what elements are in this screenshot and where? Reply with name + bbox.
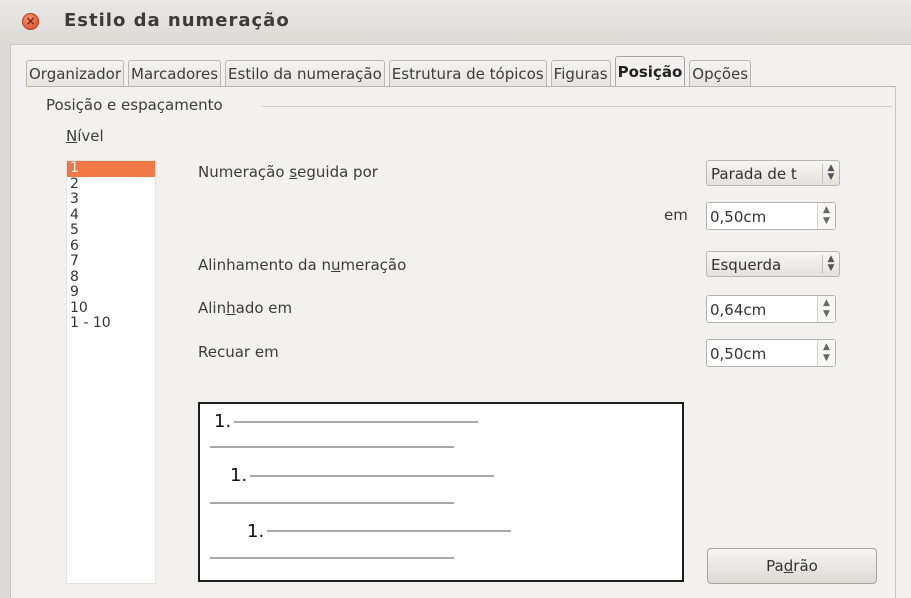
preview-line [267,530,511,532]
numbering-alignment-value: Esquerda [711,256,782,274]
tab-organizador[interactable]: Organizador [26,60,125,87]
level-item-8[interactable]: 8 [67,269,155,286]
tab-figuras[interactable]: Figuras [550,60,611,87]
preview-line [210,446,454,448]
numbering-followed-by-select[interactable]: Parada de t ▲ ▼ [706,160,840,186]
section-title: Posição e espaçamento [46,96,223,114]
title-bar: × Estilo da numeração [0,0,911,45]
panel-border [895,86,896,598]
default-button[interactable]: Padrão [707,548,877,584]
level-item-6[interactable]: 6 [67,238,155,255]
level-item-1-10[interactable]: 1 - 10 [67,315,155,332]
level-item-3[interactable]: 3 [67,191,155,208]
select-arrows-icon: ▲ ▼ [822,164,839,183]
level-list[interactable]: 1 2 3 4 5 6 7 8 9 10 1 - 10 [66,160,156,584]
level-item-5[interactable]: 5 [67,222,155,239]
preview-number-2: 1. [230,465,248,486]
tab-estrutura-topicos[interactable]: Estrutura de tópicos [388,60,547,87]
spin-arrows-icon[interactable]: ▲ ▼ [817,203,835,229]
close-icon[interactable]: × [22,13,39,30]
tab-bar: Organizador Marcadores Estilo da numeraç… [26,56,755,87]
section-divider [262,106,892,107]
preview-line [210,502,454,504]
preview-number-1: 1. [214,411,232,432]
numbering-followed-by-label: Numeração seguida por [198,163,378,181]
window-edge [0,44,11,598]
indent-at-spinbox[interactable]: ▲▼ [706,339,836,368]
at-input[interactable] [707,203,820,231]
indent-at-label: Recuar em [198,343,279,361]
select-arrows-icon: ▲ ▼ [822,255,839,274]
preview-line [250,475,494,477]
at-label: em [664,206,688,224]
at-spinbox[interactable]: ▲▼ [706,202,836,231]
aligned-at-spinbox[interactable]: ▲▼ [706,295,836,324]
tab-opcoes[interactable]: Opções [689,60,752,87]
spin-arrows-icon[interactable]: ▲ ▼ [817,296,835,322]
window-title: Estilo da numeração [64,10,290,31]
numbering-alignment-label: Alinhamento da numeração [198,256,407,274]
tab-estilo-numeracao[interactable]: Estilo da numeração [225,60,385,87]
level-item-9[interactable]: 9 [67,284,155,301]
aligned-at-input[interactable] [707,296,820,324]
preview-line [234,421,478,423]
preview-number-3: 1. [247,521,265,542]
level-item-10[interactable]: 10 [67,300,155,317]
level-item-4[interactable]: 4 [67,207,155,224]
level-item-2[interactable]: 2 [67,176,155,193]
indent-at-input[interactable] [707,340,820,368]
preview-line [210,557,454,559]
level-item-7[interactable]: 7 [67,253,155,270]
tab-divider [26,86,896,87]
spin-arrows-icon[interactable]: ▲ ▼ [817,340,835,366]
level-label: Nível [66,127,104,145]
tab-marcadores[interactable]: Marcadores [128,60,222,87]
aligned-at-label: Alinhado em [198,299,293,317]
preview-box: 1. 1. 1. [198,402,684,582]
numbering-followed-by-value: Parada de t [711,165,797,183]
numbering-alignment-select[interactable]: Esquerda ▲ ▼ [706,251,840,277]
level-item-1[interactable]: 1 [67,160,155,177]
tab-posicao[interactable]: Posição [614,56,686,87]
